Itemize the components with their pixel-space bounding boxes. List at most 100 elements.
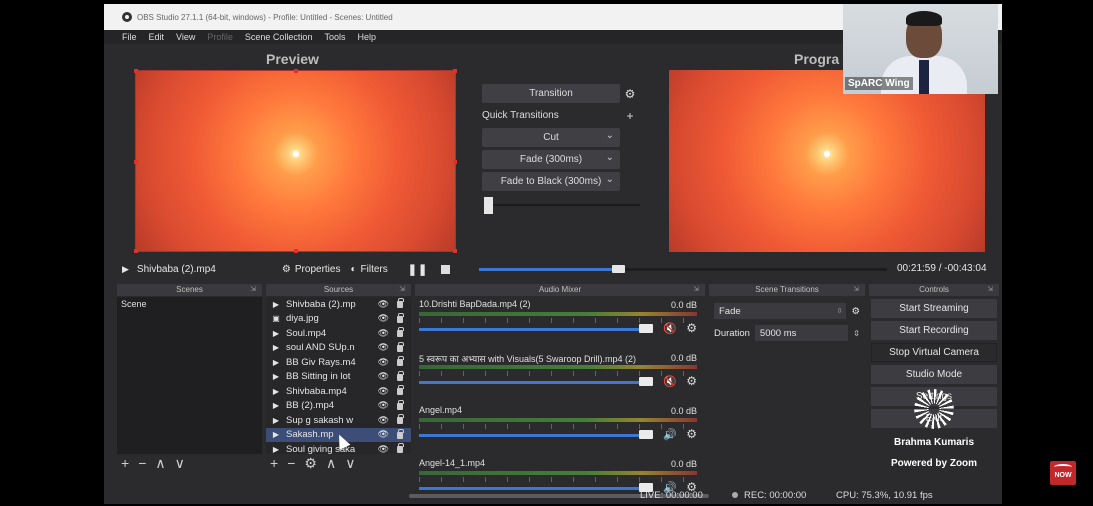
lock-icon[interactable] bbox=[397, 370, 404, 381]
studio-mode-button[interactable]: Studio Mode bbox=[871, 365, 997, 384]
gear-icon[interactable]: ⚙ bbox=[686, 321, 697, 335]
start-recording-button[interactable]: Start Recording bbox=[871, 321, 997, 340]
visibility-eye-icon[interactable]: 👁 bbox=[378, 342, 389, 353]
source-item[interactable]: ▶ BB Sitting in lot 👁 bbox=[266, 370, 411, 385]
resize-handle[interactable] bbox=[294, 69, 298, 73]
lock-icon[interactable] bbox=[397, 399, 404, 410]
lock-icon[interactable] bbox=[397, 298, 404, 308]
visibility-eye-icon[interactable]: 👁 bbox=[378, 371, 389, 382]
presenter-hair bbox=[906, 11, 942, 26]
quick-transition-fade[interactable]: Fade (300ms) ⌄ bbox=[482, 150, 620, 169]
source-item[interactable]: ▶ Shivbaba.mp4 👁 bbox=[266, 384, 411, 399]
volume-slider[interactable] bbox=[419, 434, 645, 437]
quick-transition-cut[interactable]: Cut ⌄ bbox=[482, 128, 620, 147]
gear-icon[interactable]: ⚙ bbox=[304, 455, 317, 472]
lock-icon[interactable] bbox=[397, 312, 404, 323]
undock-icon[interactable]: ⇲ bbox=[987, 284, 993, 296]
mute-speaker-icon[interactable]: 🔇 bbox=[663, 375, 677, 388]
menu-profile[interactable]: Profile bbox=[207, 32, 233, 42]
speaker-icon[interactable]: 🔊 bbox=[663, 428, 677, 441]
visibility-eye-icon[interactable]: 👁 bbox=[378, 386, 389, 397]
transition-select[interactable]: Fade ⇳ bbox=[714, 303, 847, 319]
source-item[interactable]: ▶ Sup g sakash w 👁 bbox=[266, 413, 411, 428]
play-icon[interactable]: ▶ bbox=[122, 264, 129, 275]
chevron-down-icon[interactable]: ⌄ bbox=[606, 174, 614, 185]
menu-scene-collection[interactable]: Scene Collection bbox=[245, 32, 313, 42]
volume-knob[interactable] bbox=[639, 324, 653, 333]
add-icon[interactable]: + bbox=[121, 455, 129, 471]
scene-item[interactable]: Scene bbox=[117, 297, 262, 311]
stepper-icon[interactable]: ⇳ bbox=[853, 329, 860, 338]
visibility-eye-icon[interactable]: 👁 bbox=[378, 415, 389, 426]
chevron-up-icon[interactable]: ∧ bbox=[326, 455, 336, 472]
resize-handle[interactable] bbox=[453, 160, 457, 164]
menu-tools[interactable]: Tools bbox=[324, 32, 345, 42]
gear-icon[interactable]: ⚙ bbox=[620, 87, 640, 101]
lock-icon[interactable] bbox=[397, 414, 404, 424]
add-icon[interactable]: + bbox=[270, 455, 278, 471]
volume-slider[interactable] bbox=[419, 381, 645, 384]
chevron-down-icon[interactable]: ∨ bbox=[175, 455, 185, 472]
remove-icon[interactable]: − bbox=[138, 455, 146, 471]
chevron-down-icon[interactable]: ∨ bbox=[345, 455, 355, 472]
menu-help[interactable]: Help bbox=[357, 32, 376, 42]
volume-knob[interactable] bbox=[639, 430, 653, 439]
resize-handle[interactable] bbox=[134, 249, 138, 253]
remove-icon[interactable]: − bbox=[287, 455, 295, 471]
source-item[interactable]: ▶ BB Giv Rays.m4 👁 bbox=[266, 355, 411, 370]
undock-icon[interactable]: ⇲ bbox=[399, 284, 405, 296]
gear-icon[interactable]: ⚙ bbox=[851, 306, 860, 317]
filters-button[interactable]: ◐ Filters bbox=[350, 264, 387, 275]
visibility-eye-icon[interactable]: 👁 bbox=[378, 328, 389, 339]
resize-handle[interactable] bbox=[134, 160, 138, 164]
stop-icon[interactable] bbox=[441, 264, 451, 274]
media-seek-bar[interactable] bbox=[479, 265, 887, 273]
visibility-eye-icon[interactable]: 👁 bbox=[378, 313, 389, 324]
quick-transition-fade-black[interactable]: Fade to Black (300ms) ⌄ bbox=[482, 172, 620, 191]
menu-edit[interactable]: Edit bbox=[149, 32, 165, 42]
gear-icon[interactable]: ⚙ bbox=[686, 374, 697, 388]
chevron-up-icon[interactable]: ∧ bbox=[155, 455, 165, 472]
source-item[interactable]: ▶ BB (2).mp4 👁 bbox=[266, 399, 411, 414]
transition-button[interactable]: Transition bbox=[482, 84, 620, 103]
start-streaming-button[interactable]: Start Streaming bbox=[871, 299, 997, 318]
lock-icon[interactable] bbox=[397, 341, 404, 352]
lock-icon[interactable] bbox=[397, 443, 404, 453]
menu-file[interactable]: File bbox=[122, 32, 137, 42]
resize-handle[interactable] bbox=[294, 249, 298, 253]
preview-canvas[interactable] bbox=[134, 69, 457, 253]
resize-handle[interactable] bbox=[453, 249, 457, 253]
t-bar-slider[interactable] bbox=[482, 195, 640, 215]
resize-handle[interactable] bbox=[134, 69, 138, 73]
volume-slider[interactable] bbox=[419, 328, 645, 331]
lock-icon[interactable] bbox=[397, 428, 404, 439]
chevron-down-icon[interactable]: ⌄ bbox=[606, 130, 614, 141]
lock-icon[interactable] bbox=[397, 385, 404, 395]
pause-icon[interactable]: ❚❚ bbox=[408, 263, 428, 276]
lock-icon[interactable] bbox=[397, 327, 404, 337]
visibility-eye-icon[interactable]: 👁 bbox=[378, 357, 389, 368]
resize-handle[interactable] bbox=[453, 69, 457, 73]
source-item[interactable]: ▣ diya.jpg 👁 bbox=[266, 312, 411, 327]
add-icon[interactable]: + bbox=[620, 109, 640, 123]
volume-knob[interactable] bbox=[639, 377, 653, 386]
lock-icon[interactable] bbox=[397, 356, 404, 366]
duration-input[interactable]: 5000 ms bbox=[754, 325, 849, 341]
undock-icon[interactable]: ⇲ bbox=[250, 284, 256, 296]
undock-icon[interactable]: ⇲ bbox=[693, 284, 699, 296]
stop-virtual-camera-button[interactable]: Stop Virtual Camera bbox=[871, 343, 997, 362]
gear-icon[interactable]: ⚙ bbox=[686, 427, 697, 441]
properties-button[interactable]: ⚙ Properties bbox=[282, 264, 341, 275]
seek-knob[interactable] bbox=[611, 265, 625, 273]
visibility-eye-icon[interactable]: 👁 bbox=[378, 400, 389, 411]
source-item[interactable]: ▶ Soul.mp4 👁 bbox=[266, 326, 411, 341]
source-item[interactable]: ▶ Shivbaba (2).mp 👁 bbox=[266, 297, 411, 312]
undock-icon[interactable]: ⇲ bbox=[853, 284, 859, 296]
t-bar-knob[interactable] bbox=[484, 197, 493, 214]
source-item[interactable]: ▶ soul AND SUp.n 👁 bbox=[266, 341, 411, 356]
menu-view[interactable]: View bbox=[176, 32, 195, 42]
chevron-down-icon[interactable]: ⌄ bbox=[606, 152, 614, 163]
mute-speaker-icon[interactable]: 🔇 bbox=[663, 322, 677, 335]
visibility-eye-icon[interactable]: 👁 bbox=[378, 429, 389, 440]
visibility-eye-icon[interactable]: 👁 bbox=[378, 299, 389, 310]
